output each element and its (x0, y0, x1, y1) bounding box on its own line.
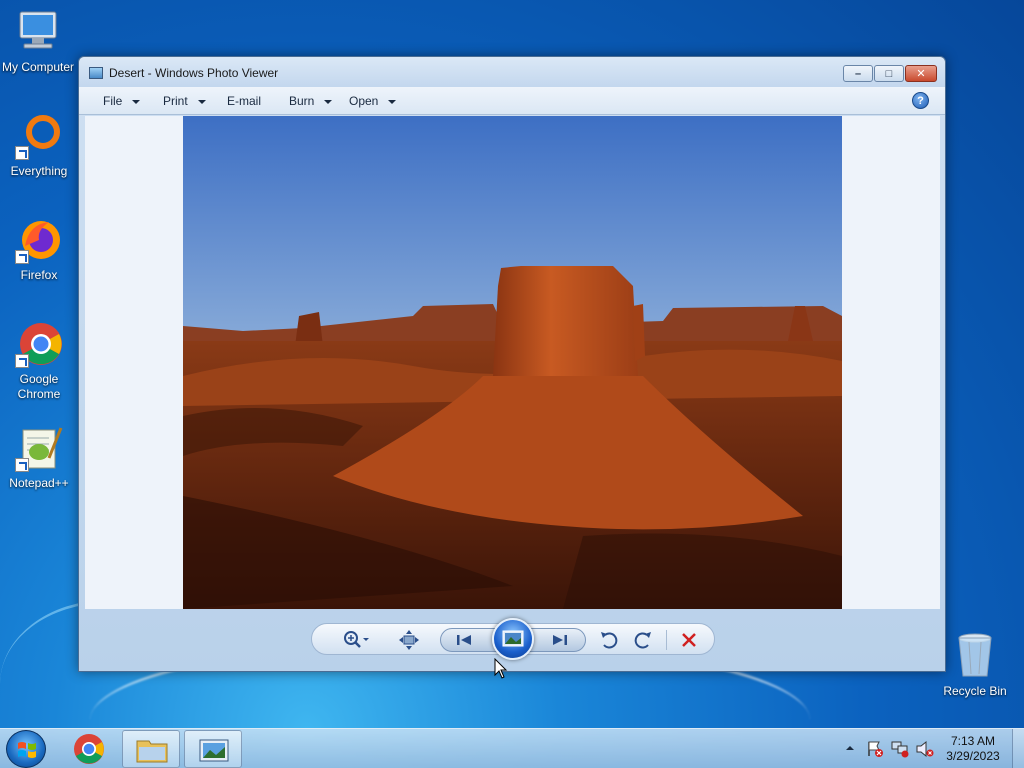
menu-bar: File Print E-mail Burn Open ? (79, 87, 945, 115)
start-button[interactable] (6, 730, 46, 768)
system-clock[interactable]: 7:13 AM 3/29/2023 (945, 734, 1001, 764)
mouse-cursor-icon (494, 658, 508, 679)
desktop-icon-label: Google Chrome (17, 372, 61, 401)
fit-icon (399, 630, 419, 650)
shortcut-arrow-icon (15, 354, 29, 368)
desktop-icon-notepad-plus-plus[interactable]: Notepad++ (1, 424, 77, 491)
desktop-icon-label: My Computer (1, 60, 75, 74)
photo-viewer-icon (199, 739, 229, 762)
slideshow-icon (502, 630, 524, 647)
photo-viewer-window: Desert - Windows Photo Viewer – □ ✕ File… (78, 56, 946, 672)
close-button[interactable]: ✕ (905, 65, 937, 82)
menu-email[interactable]: E-mail (227, 94, 261, 108)
next-icon (553, 635, 567, 645)
desktop-icon-recycle-bin[interactable]: Recycle Bin (937, 632, 1013, 699)
windows-logo-icon (18, 742, 36, 758)
everything-icon (15, 112, 63, 160)
maximize-button[interactable]: □ (874, 65, 904, 82)
desktop-icon-label: Firefox (20, 268, 58, 282)
taskbar: 7:13 AM 3/29/2023 (0, 728, 1024, 768)
chevron-down-icon (132, 99, 141, 104)
menu-print[interactable]: Print (163, 94, 206, 108)
close-icon: ✕ (916, 68, 926, 80)
chevron-down-icon (324, 99, 333, 104)
rotate-right-icon (634, 632, 651, 649)
menu-email-label: E-mail (227, 94, 262, 108)
zoom-button[interactable] (342, 629, 369, 651)
minimize-icon: – (854, 68, 862, 80)
image-viewport (85, 116, 940, 609)
delete-button[interactable] (678, 629, 700, 651)
desert-photo (183, 116, 842, 609)
desktop-icon-label: Recycle Bin (943, 684, 1007, 698)
firefox-icon (15, 216, 63, 264)
menu-open[interactable]: Open (349, 94, 397, 108)
window-title: Desert - Windows Photo Viewer (109, 66, 279, 80)
desktop-icon-my-computer[interactable]: My Computer (0, 8, 76, 75)
actual-size-button[interactable] (398, 629, 420, 651)
action-center-icon[interactable] (866, 740, 884, 758)
taskbar-file-explorer[interactable] (122, 730, 180, 768)
menu-open-label: Open (349, 94, 379, 108)
folder-icon (136, 740, 168, 763)
rotate-clockwise-button[interactable] (632, 629, 654, 651)
menu-burn-label: Burn (289, 94, 315, 108)
chevron-down-icon (197, 99, 206, 104)
recycle-bin-icon (951, 632, 999, 680)
notepad-plus-plus-icon (15, 424, 63, 472)
menu-burn[interactable]: Burn (289, 94, 333, 108)
clock-time: 7:13 AM (950, 734, 996, 748)
photo-viewer-app-icon (89, 67, 103, 79)
menu-print-label: Print (163, 94, 188, 108)
help-icon[interactable]: ? (912, 92, 929, 109)
taskbar-chrome[interactable] (60, 730, 118, 768)
next-button[interactable] (549, 630, 571, 652)
menu-file[interactable]: File (103, 94, 141, 108)
shortcut-arrow-icon (15, 458, 29, 472)
network-icon[interactable] (890, 740, 910, 758)
volume-muted-icon[interactable] (915, 740, 935, 758)
desktop-icon-label: Notepad++ (9, 476, 69, 490)
chrome-icon (74, 734, 104, 764)
maximize-icon: □ (885, 68, 893, 80)
show-hidden-icons-icon[interactable] (845, 743, 855, 753)
chevron-down-icon (388, 99, 397, 104)
minimize-button[interactable]: – (843, 65, 873, 82)
shortcut-arrow-icon (15, 250, 29, 264)
title-bar[interactable]: Desert - Windows Photo Viewer – □ ✕ (79, 57, 945, 87)
rotate-counterclockwise-button[interactable] (598, 629, 620, 651)
previous-icon (457, 635, 471, 645)
delete-icon (682, 633, 696, 647)
desktop-icon-firefox[interactable]: Firefox (1, 216, 77, 283)
magnifier-icon (344, 631, 369, 648)
viewer-control-bar (311, 618, 715, 660)
desktop-icon-google-chrome[interactable]: Google Chrome (1, 320, 77, 402)
rotate-left-icon (601, 632, 618, 649)
desktop-icon-label: Everything (10, 164, 68, 178)
computer-icon (14, 8, 62, 56)
previous-button[interactable] (453, 630, 475, 652)
clock-date: 3/29/2023 (946, 749, 1000, 763)
slide-show-button[interactable] (492, 618, 534, 660)
menu-file-label: File (103, 94, 123, 108)
shortcut-arrow-icon (15, 146, 29, 160)
chrome-icon (15, 320, 63, 368)
desktop-icon-everything[interactable]: Everything (1, 112, 77, 179)
toolbar-separator (666, 630, 667, 650)
show-desktop-button[interactable] (1012, 729, 1024, 768)
taskbar-photo-viewer[interactable] (184, 730, 242, 768)
